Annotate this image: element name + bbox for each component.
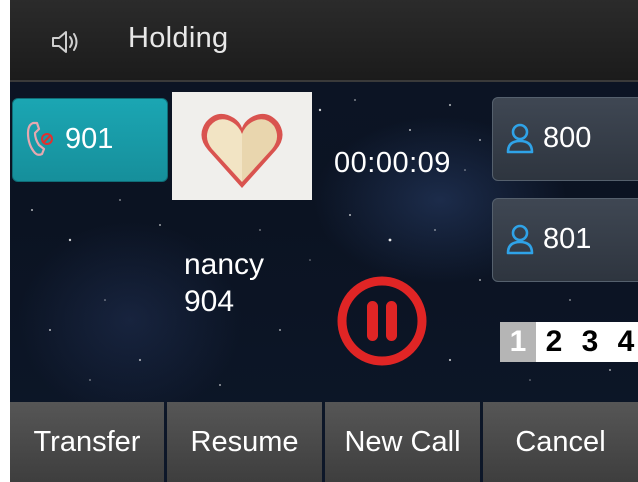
page-3[interactable]: 3 [572,322,608,362]
page-1[interactable]: 1 [500,322,536,362]
speaker-icon [52,31,78,53]
line-key-800[interactable]: 800 [492,97,638,181]
line-key-901[interactable]: 901 [12,98,168,182]
call-duration: 00:00:09 [334,147,451,179]
phone-screen: Holding 901 00:00:09 800 801 nancy 904 1… [10,0,638,482]
softkey-bar: Transfer Resume New Call Cancel [10,402,638,482]
caller-number: 904 [184,285,235,318]
cancel-button[interactable]: Cancel [483,402,638,482]
line-key-label: 801 [543,223,592,255]
page-indicator: 1 2 3 4 [500,322,638,362]
line-key-label: 800 [543,122,592,154]
handset-icon [26,121,53,156]
line-key-801[interactable]: 801 [492,198,638,282]
heart-icon [201,113,283,188]
new-call-button[interactable]: New Call [325,402,480,482]
contact-icon [506,224,534,255]
transfer-button[interactable]: Transfer [10,402,164,482]
page-title: Holding [128,22,229,54]
page-4[interactable]: 4 [608,322,638,362]
resume-button[interactable]: Resume [167,402,322,482]
line-key-label: 901 [65,123,114,155]
page-2[interactable]: 2 [536,322,572,362]
status-header: Holding [10,0,638,82]
hold-icon [337,276,427,366]
contact-icon [506,123,534,154]
caller-avatar [172,92,312,200]
caller-name: nancy [184,248,265,281]
